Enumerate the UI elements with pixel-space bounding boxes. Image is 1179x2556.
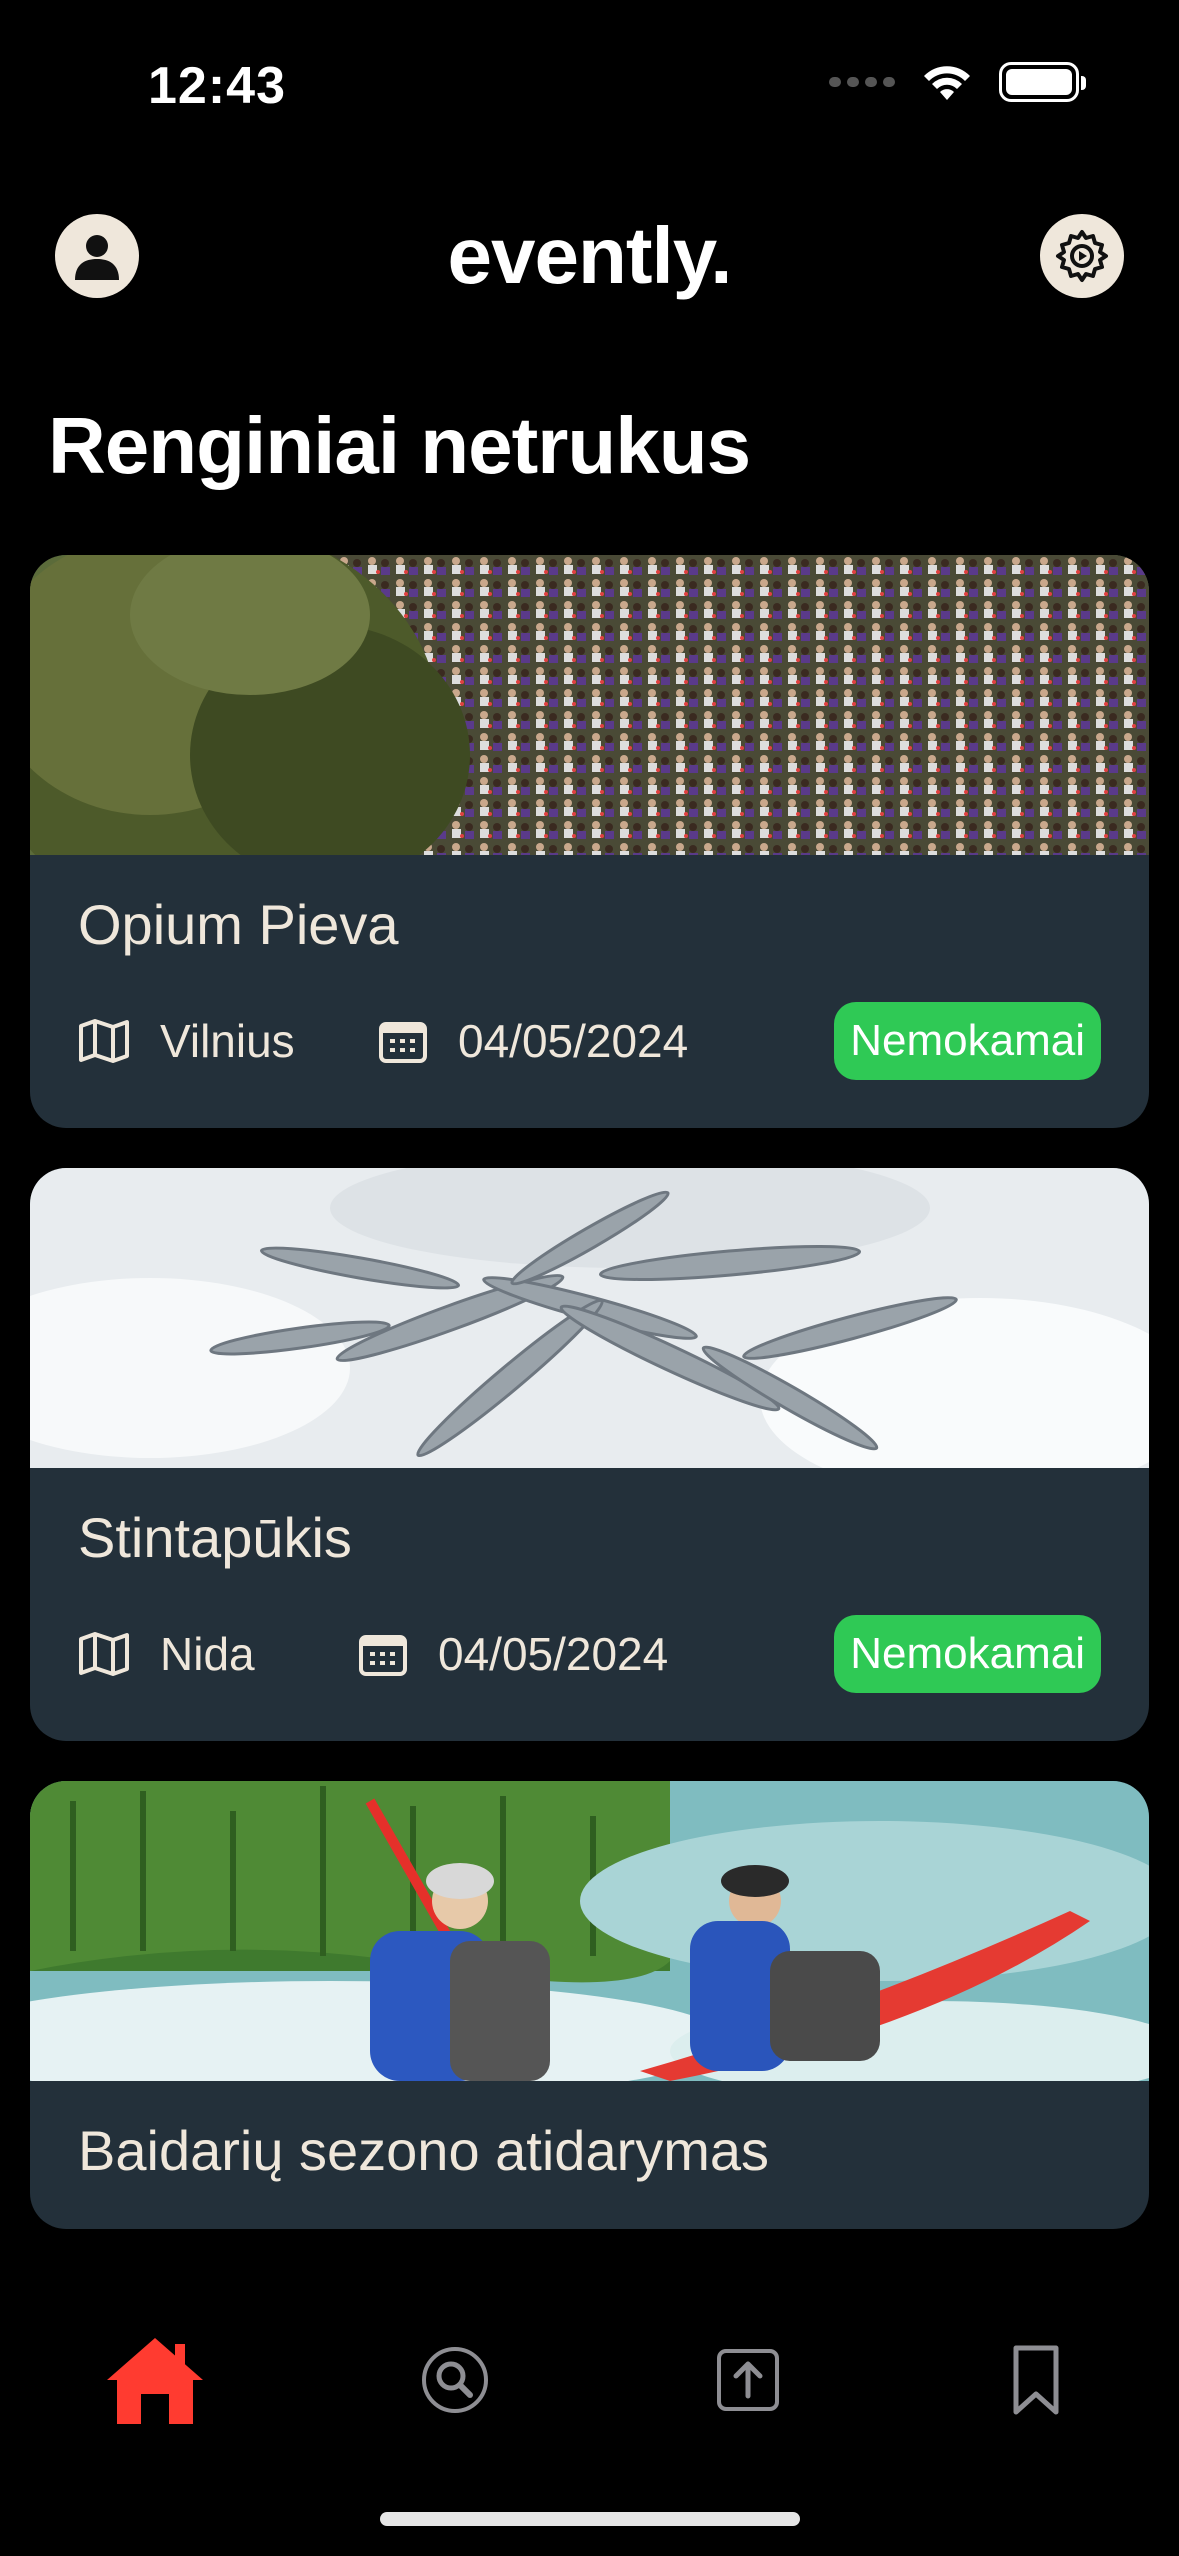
status-icons — [829, 62, 1086, 102]
home-indicator — [380, 2512, 800, 2526]
event-list[interactable]: Opium Pieva Vilnius 04/05/2024 Nemokamai… — [30, 555, 1149, 2280]
tab-search[interactable] — [395, 2320, 515, 2440]
event-title: Opium Pieva — [78, 893, 399, 956]
tab-saved[interactable] — [976, 2320, 1096, 2440]
event-title: Baidarių sezono atidarymas — [78, 2119, 770, 2183]
cellular-signal-icon — [829, 77, 895, 87]
event-date: 04/05/2024 — [358, 1627, 668, 1681]
event-image-fish — [30, 1168, 1149, 1469]
event-image-crowd — [30, 555, 1149, 855]
upload-icon — [717, 2349, 779, 2411]
section-title: Renginiai netrukus — [48, 401, 751, 490]
price-badge: Nemokamai — [834, 1615, 1101, 1694]
settings-icon — [1056, 230, 1108, 282]
map-icon — [79, 1019, 129, 1064]
bookmark-icon — [1013, 2345, 1059, 2415]
calendar-icon — [359, 1635, 407, 1677]
app-header: evently. — [0, 200, 1179, 310]
settings-button[interactable] — [1040, 214, 1124, 298]
search-icon — [422, 2347, 488, 2413]
event-title: Stintapūkis — [78, 1506, 352, 1570]
tab-bar — [0, 2280, 1179, 2556]
event-card[interactable]: Opium Pieva Vilnius 04/05/2024 Nemokamai — [30, 555, 1149, 1129]
app-logo: evently. — [447, 211, 733, 300]
event-date: 04/05/2024 — [378, 1014, 688, 1068]
status-bar: 12:43 — [0, 0, 1179, 170]
home-icon — [107, 2338, 203, 2424]
event-date-text: 04/05/2024 — [438, 1628, 669, 1681]
event-date-text: 04/05/2024 — [458, 1015, 689, 1068]
event-location-text: Nida — [160, 1628, 255, 1681]
price-badge: Nemokamai — [834, 1002, 1101, 1081]
battery-icon — [999, 62, 1086, 102]
event-meta: Vilnius 04/05/2024 Nemokamai — [78, 998, 1101, 1084]
event-location: Vilnius — [78, 1014, 378, 1068]
event-card[interactable]: Baidarių sezono atidarymas — [30, 1781, 1149, 2229]
tab-home[interactable] — [95, 2320, 215, 2440]
event-image-kayak — [30, 1781, 1149, 2082]
calendar-icon — [379, 1022, 427, 1064]
wifi-icon — [924, 66, 970, 100]
event-card[interactable]: Stintapūkis Nida 04/05/2024 Nemokamai — [30, 1168, 1149, 1742]
tab-upload[interactable] — [688, 2320, 808, 2440]
event-meta: Nida 04/05/2024 Nemokamai — [78, 1611, 1101, 1697]
event-location: Nida — [78, 1627, 358, 1681]
event-location-text: Vilnius — [160, 1015, 295, 1068]
status-time: 12:43 — [148, 57, 286, 115]
map-icon — [79, 1632, 129, 1677]
